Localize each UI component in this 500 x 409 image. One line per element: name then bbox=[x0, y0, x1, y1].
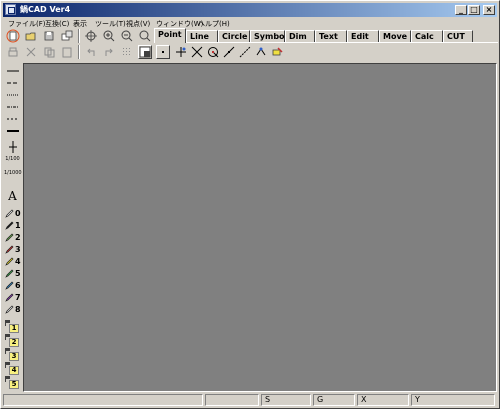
redo-icon[interactable] bbox=[102, 45, 116, 59]
new-icon[interactable] bbox=[6, 29, 20, 43]
pen-label: 2 bbox=[15, 233, 21, 242]
scale-100-button[interactable]: 1/100 bbox=[4, 156, 21, 168]
scale-100-label: 1/100 bbox=[5, 156, 20, 162]
layer-3[interactable]: 3 bbox=[4, 348, 21, 361]
layer-1[interactable]: 1 bbox=[4, 320, 21, 333]
scale-1000-button[interactable]: 1/1000 bbox=[4, 170, 22, 182]
layer-4[interactable]: 4 bbox=[4, 362, 21, 375]
pen-label: 7 bbox=[15, 293, 21, 302]
pen-label: 0 bbox=[15, 209, 21, 218]
zoom-in-icon[interactable] bbox=[102, 29, 116, 43]
pen-0[interactable]: 0 bbox=[4, 208, 21, 219]
pencil-icon bbox=[5, 209, 14, 218]
pen-label: 1 bbox=[15, 221, 21, 230]
end-point-icon[interactable] bbox=[254, 45, 268, 59]
status-y: Y bbox=[411, 394, 495, 406]
scale-1-icon[interactable] bbox=[4, 140, 21, 154]
point-tools-panel bbox=[154, 42, 498, 60]
pencil-icon bbox=[5, 245, 14, 254]
line-style-solid[interactable] bbox=[4, 66, 21, 77]
line-style-dash-long[interactable] bbox=[4, 114, 21, 125]
status-s: S bbox=[261, 394, 311, 406]
cross-point-icon[interactable] bbox=[174, 45, 188, 59]
pen-2[interactable]: 2 bbox=[4, 232, 21, 243]
status-g: G bbox=[313, 394, 355, 406]
point-icon[interactable] bbox=[156, 45, 170, 59]
pencil-icon bbox=[5, 305, 14, 314]
close-button[interactable]: × bbox=[483, 5, 495, 15]
zoom-out-icon[interactable] bbox=[120, 29, 134, 43]
cad-window: 鍋CAD Ver4 _ □ × ファイル(F) 互換(C) 表示 ツール(T) … bbox=[0, 0, 500, 409]
copy-icon[interactable] bbox=[42, 45, 56, 59]
layer-5[interactable]: 5 bbox=[4, 376, 21, 389]
layer-label: 2 bbox=[9, 338, 19, 347]
line-style-dashed[interactable] bbox=[4, 78, 21, 89]
open-icon[interactable] bbox=[24, 29, 38, 43]
minimize-button[interactable]: _ bbox=[455, 5, 467, 15]
layer-label: 3 bbox=[9, 352, 19, 361]
text-tool-button[interactable]: A bbox=[4, 189, 21, 203]
main-toolbar bbox=[4, 29, 154, 44]
layer-label: 4 bbox=[9, 366, 19, 375]
line-style-dotted[interactable] bbox=[4, 90, 21, 101]
menu-help[interactable]: ヘルプ(H) bbox=[198, 18, 230, 30]
line-style-thick[interactable] bbox=[4, 126, 21, 137]
status-bar: S G X Y bbox=[3, 393, 497, 407]
circle-point-icon[interactable] bbox=[206, 45, 220, 59]
pan-icon[interactable] bbox=[84, 29, 98, 43]
print-setup-icon[interactable] bbox=[60, 29, 74, 43]
pen-label: 5 bbox=[15, 269, 21, 278]
pen-6[interactable]: 6 bbox=[4, 280, 21, 291]
print-icon[interactable] bbox=[6, 45, 20, 59]
pen-label: 6 bbox=[15, 281, 21, 290]
status-indicator bbox=[205, 394, 259, 406]
pencil-icon bbox=[5, 281, 14, 290]
tab-point[interactable]: Point bbox=[154, 28, 186, 43]
line-point-icon[interactable] bbox=[238, 45, 252, 59]
save-icon[interactable] bbox=[42, 29, 56, 43]
pencil-icon bbox=[5, 293, 14, 302]
pen-label: 8 bbox=[15, 305, 21, 314]
maximize-button[interactable]: □ bbox=[468, 5, 480, 15]
layer-label: 1 bbox=[9, 324, 19, 333]
intersection-icon[interactable] bbox=[190, 45, 204, 59]
pen-label: 4 bbox=[15, 257, 21, 266]
grid-icon[interactable] bbox=[120, 45, 134, 59]
pencil-icon bbox=[5, 269, 14, 278]
app-icon[interactable] bbox=[5, 4, 16, 15]
cut-icon[interactable] bbox=[24, 45, 38, 59]
layer-2[interactable]: 2 bbox=[4, 334, 21, 347]
divide-point-icon[interactable] bbox=[222, 45, 236, 59]
pencil-icon bbox=[5, 233, 14, 242]
pen-5[interactable]: 5 bbox=[4, 268, 21, 279]
window-title: 鍋CAD Ver4 bbox=[20, 5, 71, 14]
title-bar[interactable]: 鍋CAD Ver4 _ □ × bbox=[3, 3, 497, 17]
scale-1000-label: 1/1000 bbox=[4, 170, 22, 176]
line-style-dash-dot[interactable] bbox=[4, 102, 21, 113]
pen-4[interactable]: 4 bbox=[4, 256, 21, 267]
delete-point-icon[interactable] bbox=[270, 45, 284, 59]
pen-1[interactable]: 1 bbox=[4, 220, 21, 231]
pen-label: 3 bbox=[15, 245, 21, 254]
pencil-icon bbox=[5, 257, 14, 266]
left-toolbar: 1/100 1/1000 A 0 1 2 3 4 5 6 7 8 1 2 3 4… bbox=[4, 62, 22, 390]
layer-label: 5 bbox=[9, 380, 19, 389]
undo-icon[interactable] bbox=[84, 45, 98, 59]
zoom-fit-icon[interactable] bbox=[138, 29, 152, 43]
drawing-canvas[interactable] bbox=[23, 63, 497, 392]
layer-icon[interactable] bbox=[138, 45, 152, 59]
pen-3[interactable]: 3 bbox=[4, 244, 21, 255]
status-x: X bbox=[357, 394, 409, 406]
edit-toolbar bbox=[4, 45, 154, 60]
pen-7[interactable]: 7 bbox=[4, 292, 21, 303]
pen-8[interactable]: 8 bbox=[4, 304, 21, 315]
status-message bbox=[3, 394, 203, 406]
pencil-icon bbox=[5, 221, 14, 230]
paste-icon[interactable] bbox=[60, 45, 74, 59]
